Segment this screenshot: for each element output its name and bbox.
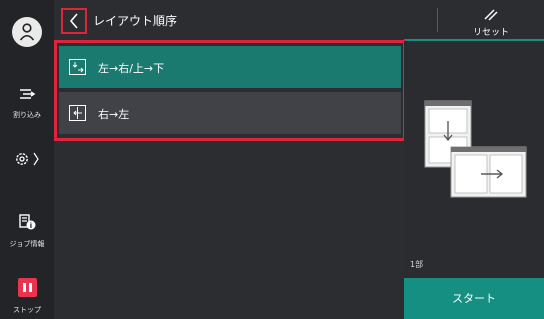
- right-to-left-icon: [69, 105, 86, 121]
- stop-label: ストップ: [13, 306, 41, 314]
- gear-icon: [16, 152, 39, 166]
- header-bar: レイアウト順序 リセット: [54, 0, 544, 40]
- preview-panel: [404, 41, 544, 278]
- job-status-label: ジョブ情報: [9, 240, 45, 248]
- header-divider: [437, 8, 438, 32]
- left-sidebar: 割り込み i ジョブ情報 ストップ: [0, 0, 54, 319]
- interrupt-button[interactable]: 割り込み: [0, 86, 54, 120]
- option-label: 右→左: [98, 108, 130, 121]
- chevron-left-icon: [69, 13, 78, 29]
- job-status-icon: i: [19, 214, 36, 230]
- option-right-to-left[interactable]: 右→左: [59, 92, 401, 134]
- stop-button[interactable]: ストップ: [0, 278, 54, 315]
- option-label: 左→右/上→下: [98, 62, 165, 75]
- back-button[interactable]: [61, 8, 87, 34]
- left-right-top-bottom-icon: [69, 59, 86, 75]
- interrupt-label: 割り込み: [13, 111, 41, 119]
- settings-button[interactable]: [0, 150, 54, 168]
- reset-icon: [484, 9, 498, 21]
- user-avatar-icon[interactable]: [12, 17, 42, 47]
- stop-icon: [17, 278, 37, 297]
- page-title: レイアウト順序: [93, 14, 178, 28]
- start-button[interactable]: スタート: [404, 278, 544, 319]
- reset-label: リセット: [472, 28, 509, 38]
- interrupt-icon: [20, 89, 36, 99]
- layout-preview-image: [424, 100, 527, 198]
- job-status-button[interactable]: i ジョブ情報: [0, 213, 54, 249]
- option-left-to-right-top-to-bottom[interactable]: 左→右/上→下: [59, 46, 401, 88]
- layout-order-options: 左→右/上→下 右→左: [54, 40, 406, 141]
- reset-button[interactable]: リセット: [458, 0, 538, 40]
- svg-text:i: i: [30, 222, 32, 230]
- copies-count: 1部: [410, 260, 424, 269]
